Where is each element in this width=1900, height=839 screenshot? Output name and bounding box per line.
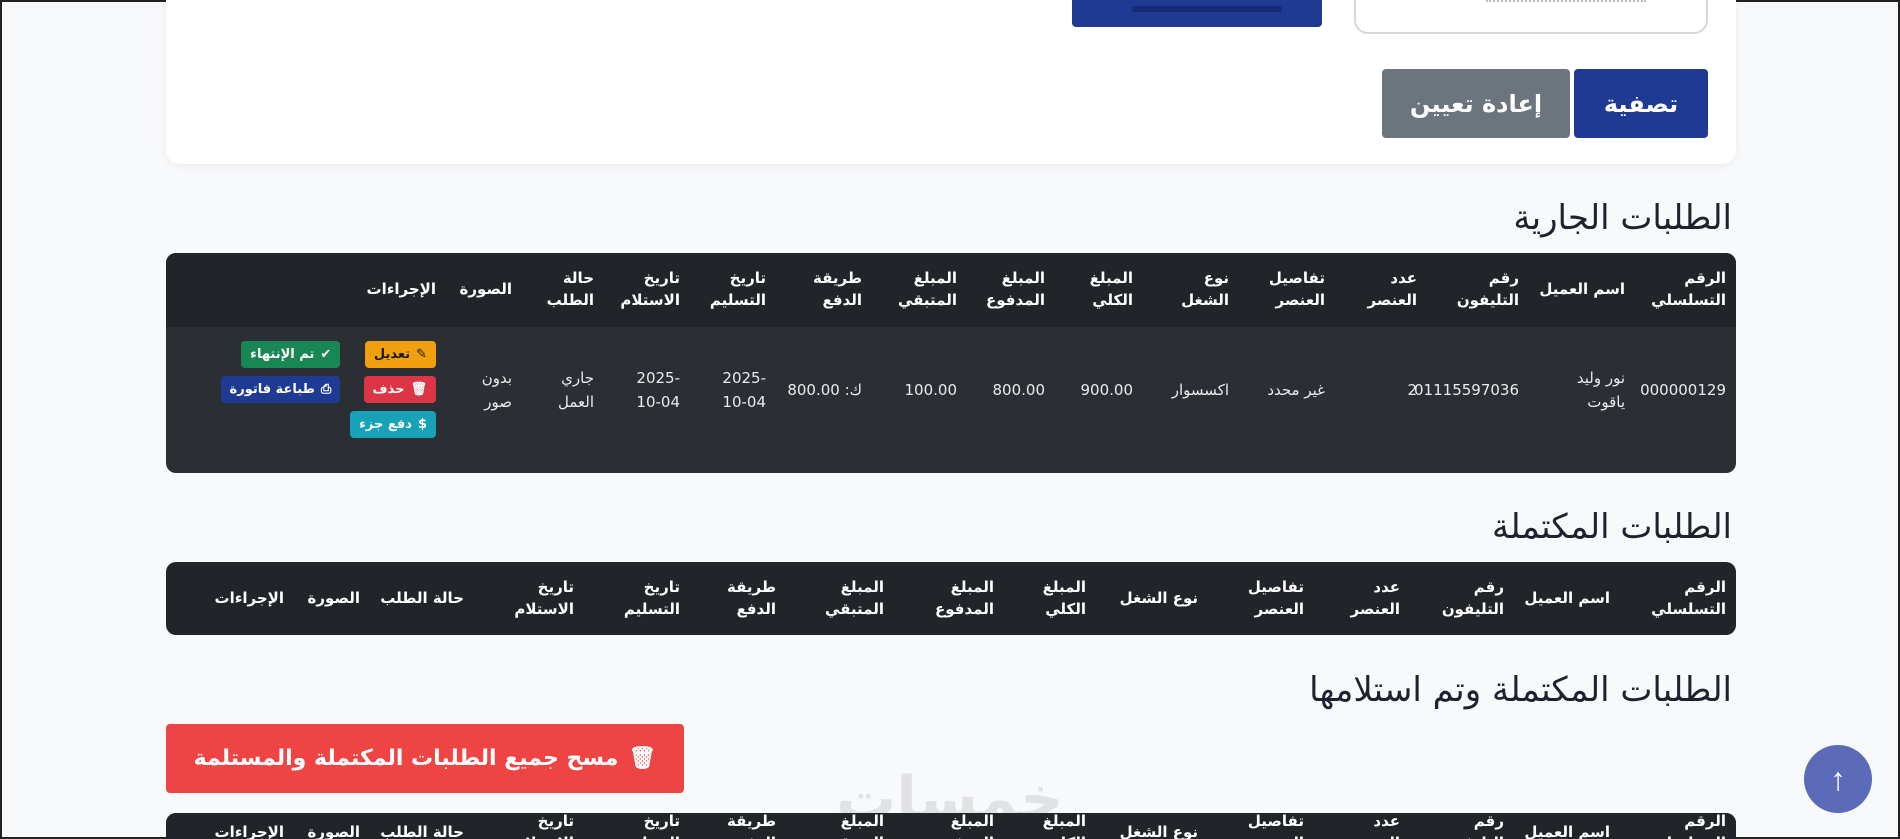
column-header: تاريخ التسليم [709,269,766,309]
column-header: طريقة الدفع [727,813,776,839]
filter-secondary-button[interactable] [1072,0,1322,27]
trash-icon: 🗑 [410,382,427,397]
reset-button[interactable]: إعادة تعيين [1382,69,1570,138]
column-header: تفاصيل العنصر [1247,813,1304,839]
cell-phone: 01115597036 [1414,380,1519,399]
print-label: طباعة فاتورة [229,382,315,397]
column-header: الصورة [307,588,360,607]
column-header: تاريخ الاستلام [514,813,574,839]
scroll-to-top-button[interactable]: ↑ [1804,745,1872,813]
column-header: الرقم التسلسلي [1651,813,1726,839]
column-header: نوع الشغل [1119,823,1198,839]
cell-paid: 800.00 [992,380,1046,399]
column-header: الإجراءات [214,588,284,607]
check-circle-icon: ✔ [320,347,332,362]
column-header: المبلغ المتبقي [824,577,884,618]
column-header: المبلغ المدفوع [935,577,994,618]
completed-orders-table: الرقم التسلسلي اسم العميل رقم التليفون عدد … [166,562,1736,635]
current-orders-table: الرقم التسلسلي اسم العميل رقم التليفون عدد … [166,253,1736,473]
column-header: عدد العنصر [1350,577,1400,618]
delete-label: حذف [372,382,405,397]
column-header: المبلغ الكلي [1042,813,1086,839]
cell-work-type: اكسسوار [1171,380,1229,399]
column-header: المبلغ الكلي [1089,269,1133,309]
column-header: طريقة الدفع [727,577,776,618]
arrow-up-icon: ↑ [1830,760,1846,797]
column-header: طريقة الدفع [813,269,862,309]
clear-all-label: مسح جميع الطلبات المكتملة والمستلمة [193,746,619,771]
cell-serial: 000000129 [1640,380,1726,399]
pay-label: دفع جزء [359,417,412,432]
column-header: تفاصيل العنصر [1268,269,1325,309]
column-header: المبلغ المتبقي [825,813,884,839]
column-header: الصورة [307,823,360,839]
edit-label: تعديل [373,347,411,362]
column-header: نوع الشغل [1119,588,1198,607]
delivered-orders-title: الطلبات المكتملة وتم استلامها [1309,670,1732,710]
input-placeholder-fragment [1486,0,1646,8]
trash-icon: 🗑 [628,746,657,771]
column-header: الصورة [459,280,512,299]
edit-icon: ✎ [416,347,427,362]
current-orders-title: الطلبات الجارية [1513,198,1732,238]
column-header: تاريخ التسليم [623,577,680,618]
cell-actions: ✎ تعديل ✔ تم الإنتهاء 🗑 حذف ⎙ طباعة فاتورة $… [166,327,446,452]
printer-icon: ⎙ [320,382,332,397]
table-header: الرقم التسلسلي اسم العميل رقم التليفون عدد … [166,562,1736,635]
column-header: المبلغ المدفوع [986,269,1045,309]
mark-done-button[interactable]: ✔ تم الإنتهاء [241,341,341,368]
cell-image: بدون صور [481,368,512,411]
column-header: المبلغ المتبقي [897,269,957,309]
column-header: تاريخ التسليم [624,813,680,839]
edit-button[interactable]: ✎ تعديل [364,341,436,368]
table-header: الرقم التسلسلي اسم العميل رقم التليفون عدد … [166,253,1736,327]
column-header: حالة الطلب [380,823,464,839]
delete-button[interactable]: 🗑 حذف [363,376,436,403]
column-header: حالة الطلب [546,269,594,309]
column-header: اسم العميل [1539,280,1625,299]
column-header: عدد العنصر [1367,269,1417,309]
column-header: الإجراءات [366,280,436,299]
column-header: الرقم التسلسلي [1651,577,1726,618]
cell-status: جاري العمل [557,368,594,411]
column-header: نوع الشغل [1181,269,1229,309]
filter-button[interactable]: تصفية [1574,69,1708,138]
column-header: تاريخ الاستلام [620,269,680,309]
table-header: الرقم التسلسلي اسم العميل رقم التليفون عدد … [166,813,1736,839]
column-header: تاريخ الاستلام [514,577,574,618]
column-header: الإجراءات [214,823,284,839]
column-header: رقم التليفون [1442,813,1504,839]
column-header: عدد العنصر [1351,813,1400,839]
clear-all-button[interactable]: 🗑 مسح جميع الطلبات المكتملة والمستلمة [166,724,684,793]
money-icon: $ [417,417,427,432]
column-header: المبلغ الكلي [1042,577,1086,618]
button-label-fragment [1132,6,1282,12]
done-label: تم الإنتهاء [250,347,315,362]
column-header: رقم التليفون [1441,577,1504,618]
cell-payment: ك: 800.00 [787,380,862,399]
column-header: رقم التليفون [1456,269,1519,309]
cell-count: 2 [1407,380,1417,399]
column-header: المبلغ المدفوع [935,813,994,839]
print-invoice-button[interactable]: ⎙ طباعة فاتورة [220,376,341,403]
table-row: 000000129 نور وليد ياقوت 01115597036 2 غ… [166,327,1736,452]
cell-customer: نور وليد ياقوت [1576,368,1625,411]
column-header: الرقم التسلسلي [1651,269,1726,309]
column-header: تفاصيل العنصر [1247,577,1304,618]
filter-input[interactable] [1354,0,1708,34]
partial-payment-button[interactable]: $ دفع جزء [350,411,436,438]
cell-receive-date: 2025-10-04 [636,368,680,411]
completed-orders-title: الطلبات المكتملة [1491,507,1732,547]
column-header: اسم العميل [1524,823,1610,839]
cell-details: غير محدد [1267,380,1325,399]
row-actions: ✎ تعديل ✔ تم الإنتهاء 🗑 حذف ⎙ طباعة فاتورة $… [220,341,436,438]
cell-delivery-date: 2025-10-04 [722,368,766,411]
column-header: اسم العميل [1524,588,1610,607]
cell-total: 900.00 [1080,380,1134,399]
cell-remaining: 100.00 [904,380,958,399]
delivered-orders-table: الرقم التسلسلي اسم العميل رقم التليفون عدد … [166,813,1736,839]
column-header: حالة الطلب [380,588,464,607]
